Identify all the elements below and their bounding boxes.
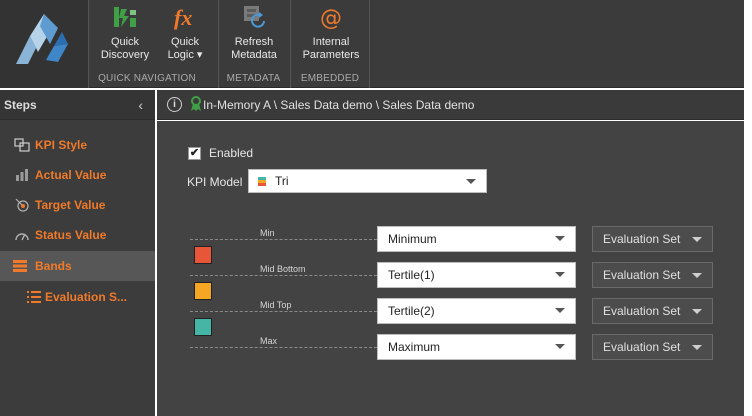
- step-kpi-style[interactable]: KPI Style: [0, 130, 155, 160]
- chevron-down-icon: [692, 309, 702, 314]
- target-icon: [15, 198, 29, 212]
- band-boundary-select-mid-bottom[interactable]: Tertile(1): [377, 262, 576, 288]
- kpi-model-value: Tri: [275, 174, 289, 188]
- refresh-metadata-icon: [244, 6, 265, 28]
- kpi-model-label: KPI Model: [187, 175, 243, 189]
- evaluation-set-value: Evaluation Set: [603, 268, 681, 282]
- app-logo-icon: [16, 14, 68, 64]
- chevron-down-icon: [466, 179, 476, 184]
- svg-text:@: @: [320, 6, 342, 30]
- chevron-down-icon: [555, 236, 565, 241]
- steps-panel: Steps ‹ KPI Style Actual Value Target Va…: [0, 90, 155, 416]
- collapse-chevron-icon[interactable]: ‹: [138, 90, 143, 120]
- band-divider: [190, 311, 377, 312]
- list-icon: [27, 291, 41, 303]
- info-icon[interactable]: i: [167, 97, 182, 112]
- chevron-down-icon: [555, 344, 565, 349]
- ribbon-group-quick-navigation: Quick Discovery fx Quick Logic ▾ QUICK N…: [88, 0, 205, 88]
- bands-icon: [13, 260, 27, 272]
- kpi-model-select[interactable]: Tri: [248, 169, 487, 193]
- evaluation-set-value: Evaluation Set: [603, 304, 681, 318]
- chevron-down-icon: [692, 345, 702, 350]
- ribbon-group-label: EMBEDDED: [300, 73, 360, 84]
- kpi-style-icon: [14, 138, 30, 152]
- fx-icon: fx: [174, 5, 192, 30]
- band-boundary-value: Tertile(2): [388, 304, 435, 318]
- band-boundary-value: Minimum: [388, 232, 437, 246]
- evaluation-set-select-mid-bottom[interactable]: Evaluation Set: [592, 262, 713, 288]
- step-label: Target Value: [35, 198, 106, 212]
- svg-text:fx: fx: [174, 5, 192, 30]
- chevron-down-icon: [555, 272, 565, 277]
- gauge-icon: [15, 233, 29, 241]
- band-color-swatch[interactable]: [194, 246, 212, 264]
- step-label: Status Value: [35, 228, 107, 242]
- band-label-mid-bottom: Mid Bottom: [260, 264, 306, 274]
- step-actual-value[interactable]: Actual Value: [0, 160, 155, 190]
- step-label: Evaluation S...: [45, 290, 128, 304]
- bar-chart-icon: [16, 169, 28, 181]
- band-divider: [190, 275, 377, 276]
- quick-discovery-icon: [114, 7, 136, 27]
- step-label: Actual Value: [35, 168, 107, 182]
- chevron-down-icon: [692, 237, 702, 242]
- ribbon-group-label: QUICK NAVIGATION: [98, 73, 196, 84]
- band-boundary-value: Maximum: [388, 340, 441, 354]
- band-label-min: Min: [260, 228, 275, 238]
- band-boundary-value: Tertile(1): [388, 268, 435, 282]
- quick-logic-button[interactable]: fx Quick Logic ▾: [157, 0, 213, 70]
- band-label-mid-top: Mid Top: [260, 300, 292, 310]
- breadcrumb-path: In-Memory A \ Sales Data demo \ Sales Da…: [203, 98, 475, 112]
- band-boundary-select-min[interactable]: Minimum: [377, 226, 576, 252]
- steps-header: Steps ‹: [0, 90, 155, 120]
- frame-edge: [744, 0, 752, 416]
- at-sign-icon: @: [320, 6, 342, 30]
- ribbon-group-embedded: @ Internal Parameters EMBEDDED: [290, 0, 370, 88]
- step-label: KPI Style: [35, 138, 88, 152]
- steps-title: Steps: [4, 98, 37, 112]
- band-boundary-select-max[interactable]: Maximum: [377, 334, 576, 360]
- band-divider: [190, 239, 377, 240]
- step-target-value[interactable]: Target Value: [0, 190, 155, 220]
- chevron-down-icon: [692, 273, 702, 278]
- app-logo: [0, 0, 88, 88]
- in-memory-model-icon: [191, 96, 201, 111]
- step-status-value[interactable]: Status Value: [0, 220, 155, 250]
- band-divider: [190, 347, 377, 348]
- bands-editor: ✔ Enabled KPI Model Tri Min Mid Bottom M…: [157, 121, 744, 416]
- step-bands[interactable]: Bands: [0, 251, 155, 281]
- evaluation-set-select-min[interactable]: Evaluation Set: [592, 226, 713, 252]
- evaluation-set-value: Evaluation Set: [603, 340, 681, 354]
- internal-parameters-label: Internal Parameters: [302, 36, 360, 61]
- quick-logic-label: Quick Logic ▾: [167, 36, 203, 61]
- chevron-down-icon: [555, 308, 565, 313]
- ribbon-toolbar: Quick Discovery fx Quick Logic ▾ QUICK N…: [0, 0, 744, 88]
- band-label-max: Max: [260, 336, 278, 346]
- evaluation-set-select-mid-top[interactable]: Evaluation Set: [592, 298, 713, 324]
- ribbon-group-label: METADATA: [226, 73, 281, 84]
- internal-parameters-button[interactable]: @ Internal Parameters: [297, 0, 365, 70]
- tri-model-icon: [258, 177, 266, 186]
- step-evaluation-set[interactable]: Evaluation S...: [0, 282, 155, 312]
- enabled-checkbox[interactable]: ✔: [188, 147, 201, 160]
- quick-discovery-button[interactable]: Quick Discovery: [97, 0, 153, 70]
- evaluation-set-value: Evaluation Set: [603, 232, 681, 246]
- enabled-label: Enabled: [209, 146, 254, 160]
- step-label: Bands: [35, 259, 72, 273]
- band-color-swatch[interactable]: [194, 318, 212, 336]
- refresh-metadata-button[interactable]: Refresh Metadata: [226, 0, 282, 70]
- quick-discovery-label: Quick Discovery: [100, 36, 150, 61]
- ribbon-group-metadata: Refresh Metadata METADATA: [218, 0, 288, 88]
- refresh-metadata-label: Refresh Metadata: [231, 36, 277, 61]
- evaluation-set-select-max[interactable]: Evaluation Set: [592, 334, 713, 360]
- band-boundary-select-mid-top[interactable]: Tertile(2): [377, 298, 576, 324]
- breadcrumb: i In-Memory A \ Sales Data demo \ Sales …: [157, 90, 744, 120]
- band-color-swatch[interactable]: [194, 282, 212, 300]
